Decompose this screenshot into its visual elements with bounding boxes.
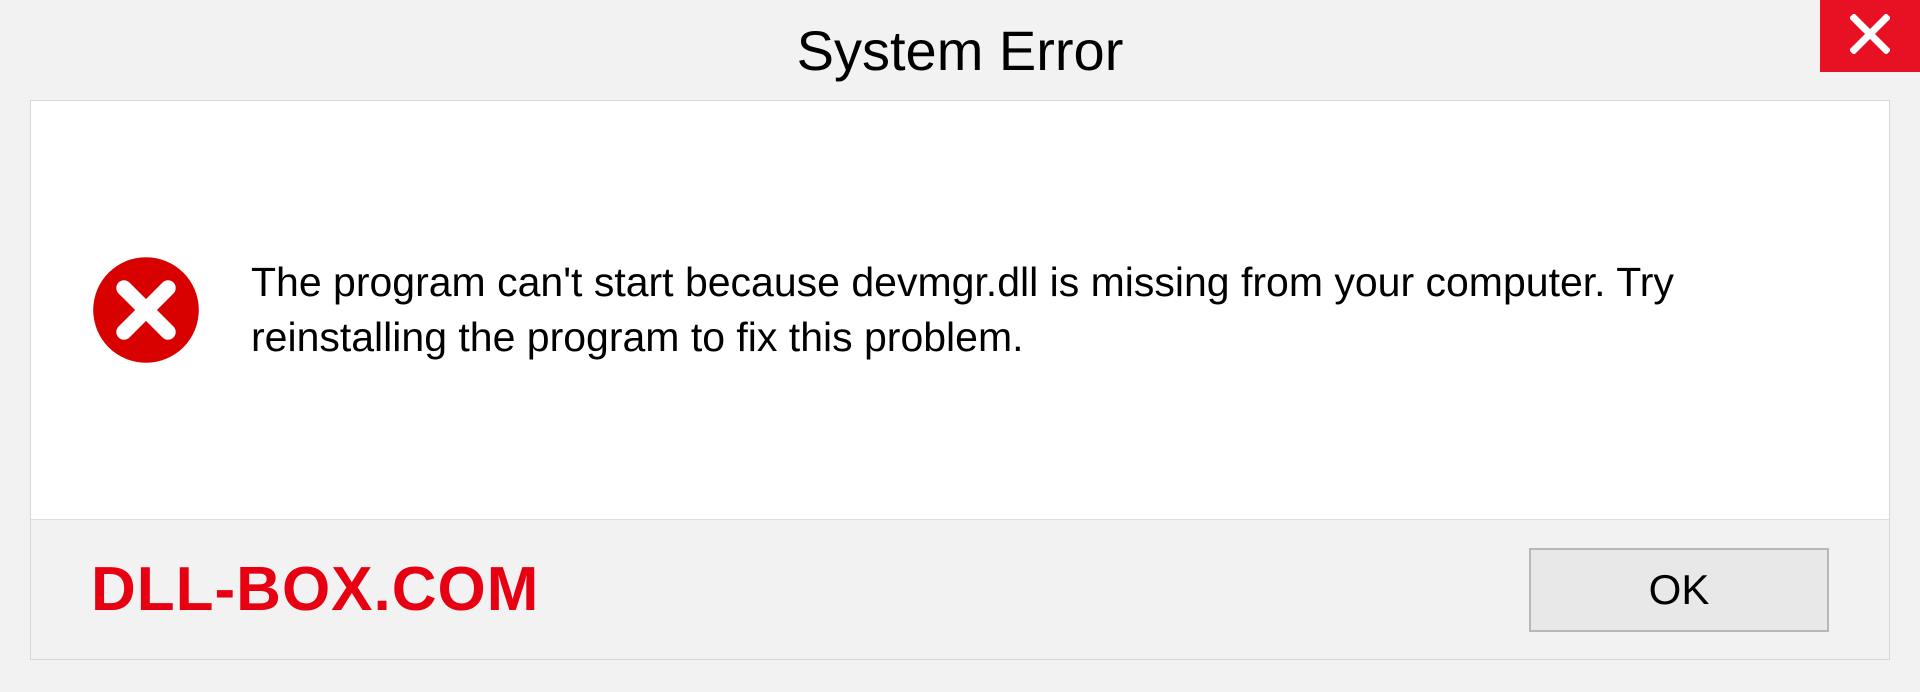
close-button[interactable]	[1820, 0, 1920, 72]
watermark-text: DLL-BOX.COM	[91, 554, 539, 625]
dialog-content: The program can't start because devmgr.d…	[30, 100, 1890, 660]
error-icon	[91, 255, 201, 365]
title-bar: System Error	[0, 0, 1920, 100]
dialog-footer: DLL-BOX.COM OK	[31, 519, 1889, 659]
ok-button[interactable]: OK	[1529, 548, 1829, 632]
error-message: The program can't start because devmgr.d…	[251, 255, 1829, 366]
message-area: The program can't start because devmgr.d…	[31, 101, 1889, 519]
close-icon	[1850, 14, 1890, 59]
window-title: System Error	[797, 18, 1124, 83]
